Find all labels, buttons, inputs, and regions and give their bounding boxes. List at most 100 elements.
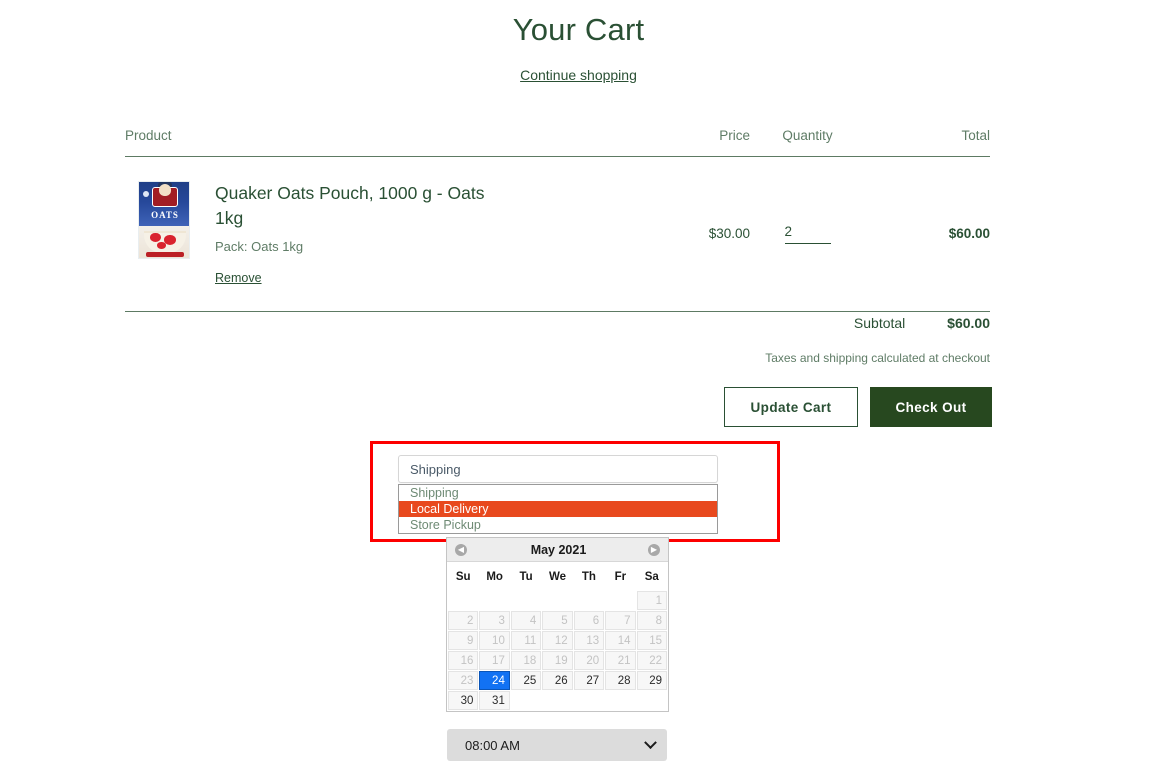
datepicker-week-row: 9101112131415: [448, 631, 667, 650]
datepicker-day-disabled: 8: [637, 611, 667, 630]
weekday-we: We: [542, 563, 572, 590]
datepicker-empty-cell: [574, 591, 604, 610]
weekday-su: Su: [448, 563, 478, 590]
datepicker-day-disabled: 21: [605, 651, 635, 670]
next-month-icon[interactable]: ▶: [648, 544, 660, 556]
remove-item-link[interactable]: Remove: [215, 271, 262, 285]
subtotal-row: Subtotal $60.00: [125, 315, 990, 331]
datepicker-empty-cell: [637, 691, 667, 710]
product-image-brand-text: OATS: [139, 210, 190, 220]
product-line-total: $60.00: [865, 226, 990, 241]
table-row: OATS Quaker Oats Pouch, 1000 g - Oats 1k…: [125, 157, 990, 312]
cart-page: Your Cart Continue shopping Product Pric…: [0, 0, 1157, 769]
delivery-option-local-delivery[interactable]: Local Delivery: [399, 501, 717, 517]
datepicker-empty-cell: [542, 691, 572, 710]
prev-month-icon[interactable]: ◀: [455, 544, 467, 556]
datepicker-day-disabled: 7: [605, 611, 635, 630]
datepicker-header: ◀ May 2021 ▶: [447, 538, 668, 562]
datepicker-grid: Su Mo Tu We Th Fr Sa 1234567891011121314…: [447, 562, 668, 711]
datepicker-empty-cell: [542, 591, 572, 610]
datepicker-empty-cell: [448, 591, 478, 610]
check-out-button[interactable]: Check Out: [870, 387, 992, 427]
datepicker-week-row: 16171819202122: [448, 651, 667, 670]
datepicker-day-disabled: 23: [448, 671, 478, 690]
datepicker-week-row: 2345678: [448, 611, 667, 630]
datepicker-day-disabled: 22: [637, 651, 667, 670]
datepicker-empty-cell: [574, 691, 604, 710]
update-cart-button[interactable]: Update Cart: [724, 387, 858, 427]
quantity-input[interactable]: [785, 222, 831, 244]
datepicker-day[interactable]: 25: [511, 671, 541, 690]
subtotal-label: Subtotal: [854, 315, 905, 331]
product-info: Quaker Oats Pouch, 1000 g - Oats 1kg Pac…: [215, 179, 500, 287]
datepicker-empty-cell: [479, 591, 509, 610]
product-cell: OATS Quaker Oats Pouch, 1000 g - Oats 1k…: [125, 179, 640, 287]
weekday-tu: Tu: [511, 563, 541, 590]
product-title-link[interactable]: Quaker Oats Pouch, 1000 g - Oats 1kg: [215, 181, 500, 231]
product-price: $30.00: [640, 226, 750, 241]
datepicker-week-row: 23242526272829: [448, 671, 667, 690]
datepicker-day-disabled: 19: [542, 651, 572, 670]
datepicker-day-disabled: 13: [574, 631, 604, 650]
delivery-method-selected-value: Shipping: [410, 462, 461, 477]
datepicker-day[interactable]: 26: [542, 671, 572, 690]
subtotal-value: $60.00: [947, 315, 990, 331]
chevron-down-icon: [644, 736, 657, 749]
datepicker-day[interactable]: 28: [605, 671, 635, 690]
cart-actions: Update Cart Check Out: [724, 387, 992, 427]
datepicker-empty-cell: [511, 591, 541, 610]
delivery-time-value: 08:00 AM: [465, 738, 520, 753]
datepicker-day-disabled: 16: [448, 651, 478, 670]
datepicker-week-row: 3031: [448, 691, 667, 710]
datepicker-day-disabled: 17: [479, 651, 509, 670]
datepicker-day-disabled: 11: [511, 631, 541, 650]
datepicker-day[interactable]: 31: [479, 691, 509, 710]
datepicker-month-title: May 2021: [447, 543, 670, 557]
delivery-method-options-list: Shipping Local Delivery Store Pickup: [398, 484, 718, 534]
datepicker-empty-cell: [605, 591, 635, 610]
weekday-sa: Sa: [637, 563, 667, 590]
tax-shipping-note: Taxes and shipping calculated at checkou…: [125, 351, 990, 365]
datepicker-day-selected[interactable]: 24: [479, 671, 509, 690]
product-variant-label: Pack: Oats 1kg: [215, 239, 500, 254]
datepicker-day-disabled: 9: [448, 631, 478, 650]
datepicker-day-disabled: 3: [479, 611, 509, 630]
datepicker-day-disabled: 5: [542, 611, 572, 630]
datepicker-empty-cell: [511, 691, 541, 710]
delivery-time-select[interactable]: 08:00 AM: [447, 729, 667, 761]
datepicker-week-row: 1: [448, 591, 667, 610]
continue-shopping-link[interactable]: Continue shopping: [0, 67, 1157, 83]
weekday-fr: Fr: [605, 563, 635, 590]
delivery-option-store-pickup[interactable]: Store Pickup: [399, 517, 717, 533]
datepicker-day-disabled: 14: [605, 631, 635, 650]
datepicker-day-disabled: 6: [574, 611, 604, 630]
cart-table-header: Product Price Quantity Total: [125, 128, 990, 157]
quantity-cell: [750, 222, 865, 244]
page-title: Your Cart: [0, 12, 1157, 48]
weekday-th: Th: [574, 563, 604, 590]
datepicker-day[interactable]: 30: [448, 691, 478, 710]
datepicker-weekday-row: Su Mo Tu We Th Fr Sa: [448, 563, 667, 590]
delivery-method-select[interactable]: Shipping: [398, 455, 718, 483]
product-thumbnail-image: OATS: [138, 181, 190, 259]
datepicker-day-disabled: 20: [574, 651, 604, 670]
delivery-date-picker: ◀ May 2021 ▶ Su Mo Tu We Th Fr Sa 123456…: [446, 537, 669, 712]
datepicker-day-disabled: 1: [637, 591, 667, 610]
datepicker-day-disabled: 2: [448, 611, 478, 630]
datepicker-day-disabled: 4: [511, 611, 541, 630]
weekday-mo: Mo: [479, 563, 509, 590]
datepicker-body: 1234567891011121314151617181920212223242…: [448, 591, 667, 710]
datepicker-day-disabled: 10: [479, 631, 509, 650]
datepicker-day[interactable]: 29: [637, 671, 667, 690]
column-header-total: Total: [865, 128, 990, 143]
datepicker-empty-cell: [605, 691, 635, 710]
column-header-quantity: Quantity: [750, 128, 865, 143]
datepicker-day[interactable]: 27: [574, 671, 604, 690]
datepicker-day-disabled: 12: [542, 631, 572, 650]
column-header-product: Product: [125, 128, 640, 143]
cart-table: Product Price Quantity Total OATS: [125, 128, 990, 312]
column-header-price: Price: [640, 128, 750, 143]
delivery-option-shipping[interactable]: Shipping: [399, 485, 717, 501]
delivery-method-block: Shipping Shipping Local Delivery Store P…: [398, 455, 718, 534]
datepicker-day-disabled: 18: [511, 651, 541, 670]
